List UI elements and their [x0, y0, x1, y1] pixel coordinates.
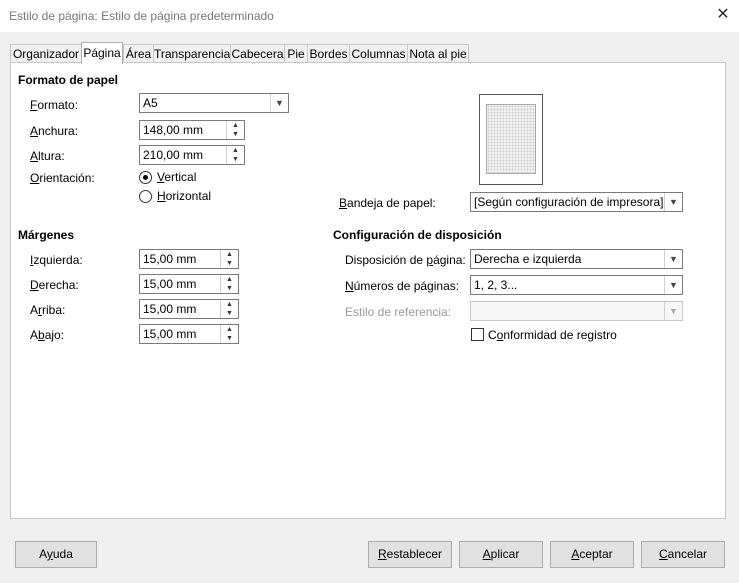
- vertical-radio[interactable]: [139, 171, 152, 184]
- register-true-label[interactable]: Conformidad de registro: [488, 328, 617, 342]
- tab-pie[interactable]: Pie: [284, 44, 308, 63]
- spin-down-icon[interactable]: ▼: [227, 155, 244, 164]
- spin-up-icon[interactable]: ▲: [221, 325, 238, 334]
- page-layout-value: Derecha e izquierda: [474, 252, 582, 266]
- tab-area[interactable]: Área: [123, 44, 154, 63]
- spin-up-icon[interactable]: ▲: [221, 250, 238, 259]
- paper-format-heading: Formato de papel: [18, 73, 119, 87]
- spin-up-icon[interactable]: ▲: [227, 146, 244, 155]
- left-margin-spinbox[interactable]: 15,00 mm ▲ ▼: [139, 249, 239, 269]
- tab-nota-al-pie[interactable]: Nota al pie: [407, 44, 469, 63]
- ok-button[interactable]: Aceptar: [550, 541, 634, 568]
- reset-button[interactable]: Restablecer: [368, 541, 452, 568]
- bottom-margin-label: Abajo:: [30, 328, 65, 342]
- right-margin-spinbox[interactable]: 15,00 mm ▲ ▼: [139, 274, 239, 294]
- format-select[interactable]: A5 ▼: [139, 93, 289, 113]
- page-preview-area: [486, 104, 536, 174]
- page-numbers-select[interactable]: 1, 2, 3... ▼: [470, 275, 683, 295]
- top-margin-label: Arriba:: [30, 303, 66, 317]
- height-value: 210,00 mm: [143, 148, 204, 162]
- spin-down-icon[interactable]: ▼: [227, 130, 244, 139]
- height-label: Altura:: [30, 149, 65, 163]
- format-label: Formato:: [30, 98, 79, 112]
- tab-cabecera[interactable]: Cabecera: [230, 44, 285, 63]
- title-bar: Estilo de página: Estilo de página prede…: [0, 0, 739, 32]
- page-layout-select[interactable]: Derecha e izquierda ▼: [470, 249, 683, 269]
- vertical-label[interactable]: Vertical: [157, 170, 196, 184]
- tab-columnas[interactable]: Columnas: [349, 44, 408, 63]
- spin-down-icon[interactable]: ▼: [221, 334, 238, 343]
- close-icon[interactable]: ✕: [714, 6, 732, 24]
- window-title: Estilo de página: Estilo de página prede…: [9, 9, 274, 23]
- horizontal-label[interactable]: Horizontal: [157, 189, 211, 203]
- reference-style-label: Estilo de referencia:: [345, 305, 452, 319]
- page-preview: [479, 94, 543, 185]
- spin-down-icon[interactable]: ▼: [221, 284, 238, 293]
- horizontal-radio[interactable]: [139, 190, 152, 203]
- format-value: A5: [143, 96, 158, 110]
- spin-up-icon[interactable]: ▲: [221, 275, 238, 284]
- margins-heading: Márgenes: [18, 228, 75, 242]
- page-layout-label: Disposición de página:: [345, 253, 466, 267]
- right-margin-value: 15,00 mm: [143, 277, 197, 291]
- left-margin-label: Izquierda:: [30, 253, 83, 267]
- paper-tray-label: Bandeja de papel:: [339, 196, 436, 210]
- right-margin-label: Derecha:: [30, 278, 79, 292]
- bottom-margin-spinbox[interactable]: 15,00 mm ▲ ▼: [139, 324, 239, 344]
- bottom-margin-value: 15,00 mm: [143, 327, 197, 341]
- layout-settings-heading: Configuración de disposición: [333, 228, 502, 242]
- paper-tray-select[interactable]: [Según configuración de impresora] ▼: [470, 192, 683, 212]
- tab-bordes[interactable]: Bordes: [307, 44, 350, 63]
- spin-down-icon[interactable]: ▼: [221, 309, 238, 318]
- page-numbers-value: 1, 2, 3...: [474, 278, 518, 292]
- tab-organizador[interactable]: Organizador: [10, 44, 82, 63]
- reference-style-select: ▼: [470, 301, 683, 321]
- tab-pagina[interactable]: Página: [81, 42, 123, 64]
- chevron-down-icon[interactable]: ▼: [664, 193, 682, 211]
- chevron-down-icon[interactable]: ▼: [270, 94, 288, 112]
- spin-up-icon[interactable]: ▲: [227, 121, 244, 130]
- chevron-down-icon[interactable]: ▼: [664, 276, 682, 294]
- width-spinbox[interactable]: 148,00 mm ▲ ▼: [139, 120, 245, 140]
- page-numbers-label: Números de páginas:: [345, 279, 460, 293]
- width-label: Anchura:: [30, 124, 79, 138]
- spin-up-icon[interactable]: ▲: [221, 300, 238, 309]
- left-margin-value: 15,00 mm: [143, 252, 197, 266]
- paper-tray-value: [Según configuración de impresora]: [474, 195, 664, 209]
- help-button[interactable]: Ayuda: [15, 541, 97, 568]
- cancel-button[interactable]: Cancelar: [641, 541, 725, 568]
- register-true-checkbox[interactable]: [471, 328, 484, 341]
- chevron-down-icon: ▼: [664, 302, 682, 320]
- height-spinbox[interactable]: 210,00 mm ▲ ▼: [139, 145, 245, 165]
- chevron-down-icon[interactable]: ▼: [664, 250, 682, 268]
- top-margin-value: 15,00 mm: [143, 302, 197, 316]
- spin-down-icon[interactable]: ▼: [221, 259, 238, 268]
- top-margin-spinbox[interactable]: 15,00 mm ▲ ▼: [139, 299, 239, 319]
- apply-button[interactable]: Aplicar: [459, 541, 543, 568]
- tab-transparencia[interactable]: Transparencia: [153, 44, 231, 63]
- orientation-label: Orientación:: [30, 171, 95, 185]
- width-value: 148,00 mm: [143, 123, 204, 137]
